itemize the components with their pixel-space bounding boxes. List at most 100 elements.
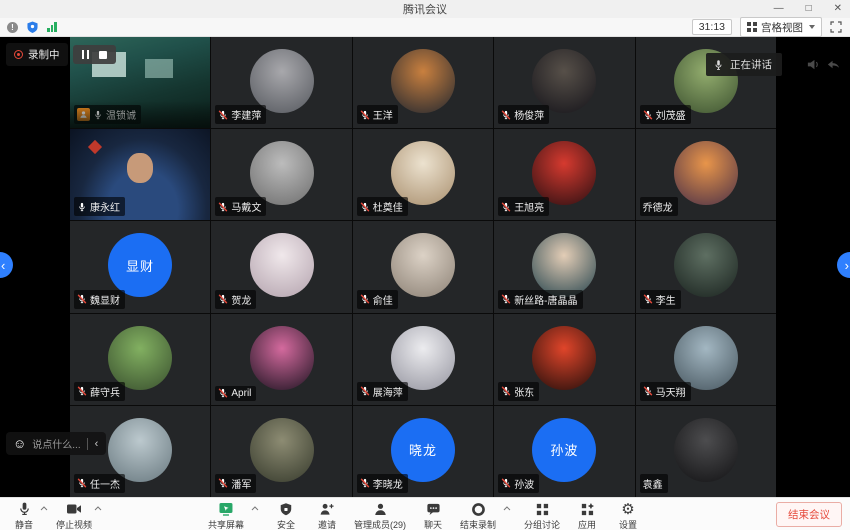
avatar <box>391 326 455 390</box>
mic-status-icon <box>360 386 370 396</box>
avatar <box>108 326 172 390</box>
name-tag: 袁鑫 <box>640 474 668 493</box>
collapse-chat-icon[interactable]: ‹ <box>94 439 100 449</box>
avatar: 晓龙 <box>391 418 455 482</box>
participant-tile[interactable]: 李建萍 <box>211 37 351 128</box>
network-signal-icon[interactable] <box>47 22 57 32</box>
participant-name: 任一杰 <box>90 476 120 491</box>
participant-tile[interactable]: 刘茂盛 <box>636 37 776 128</box>
fullscreen-icon[interactable] <box>830 21 842 33</box>
participant-tile[interactable]: 马戴文 <box>211 129 351 220</box>
participant-tile[interactable]: 张东 <box>494 314 634 405</box>
participant-tile[interactable]: 杜奠佳 <box>353 129 493 220</box>
chevron-down-icon <box>809 25 815 29</box>
maximize-button[interactable]: □ <box>802 0 816 18</box>
pause-recording-button[interactable] <box>82 50 90 59</box>
name-tag: 乔德龙 <box>640 197 678 216</box>
participant-tile[interactable]: 李生 <box>636 221 776 312</box>
shield-status-icon[interactable] <box>27 21 38 33</box>
breakout-rooms-button[interactable]: 分组讨论 <box>524 501 560 530</box>
participant-tile[interactable]: 展海萍 <box>353 314 493 405</box>
avatar <box>674 326 738 390</box>
manage-members-button[interactable]: 管理成员(29) <box>354 501 406 530</box>
participant-tile[interactable]: 晓龙 李晓龙 <box>353 406 493 497</box>
reply-arrow-icon[interactable] <box>826 57 841 72</box>
mute-button[interactable]: 静音 <box>10 501 38 530</box>
participant-name: 马戴文 <box>231 199 261 214</box>
participant-name: 刘茂盛 <box>656 107 686 122</box>
participant-name: 新丝路-唐晶晶 <box>514 292 577 307</box>
name-tag: 潘军 <box>215 474 256 493</box>
invite-button[interactable]: 邀请 <box>313 501 341 530</box>
name-tag: 薛守兵 <box>74 382 125 401</box>
chat-button[interactable]: 聊天 <box>419 501 447 530</box>
layout-view-button[interactable]: 宫格视图 <box>740 17 822 37</box>
name-tag: 王洋 <box>357 105 398 124</box>
record-options-caret[interactable] <box>503 506 511 511</box>
participant-tile[interactable]: 薛守兵 <box>70 314 210 405</box>
participant-tile[interactable]: 马天翔 <box>636 314 776 405</box>
mic-status-icon <box>218 202 228 212</box>
participant-name: 马天翔 <box>656 384 686 399</box>
participant-tile[interactable]: 王洋 <box>353 37 493 128</box>
mic-status-icon <box>77 386 87 396</box>
name-tag: 王旭亮 <box>498 197 549 216</box>
avatar <box>674 141 738 205</box>
participant-tile[interactable]: 潘军 <box>211 406 351 497</box>
name-tag: 俞佳 <box>357 290 398 309</box>
participant-tile[interactable]: 乔德龙 <box>636 129 776 220</box>
participant-name: 贺龙 <box>231 292 251 307</box>
name-tag: 温锁诚 <box>74 105 141 124</box>
statusbar: ! 31:13 宫格视图 <box>0 18 850 37</box>
participant-tile[interactable]: April <box>211 314 351 405</box>
info-icon[interactable]: ! <box>7 22 18 33</box>
name-tag: 李建萍 <box>215 105 266 124</box>
chat-input[interactable]: ☺ 说点什么... ‹ <box>6 432 106 455</box>
participant-name: 袁鑫 <box>643 476 663 491</box>
next-page-button[interactable]: › <box>837 252 850 278</box>
camera-icon <box>66 502 82 516</box>
participant-name: 李晓龙 <box>373 476 403 491</box>
share-screen-button[interactable]: 共享屏幕 <box>208 501 244 530</box>
mic-status-icon <box>218 388 228 398</box>
previous-page-button[interactable]: ‹ <box>0 252 13 278</box>
share-screen-icon <box>218 501 234 517</box>
participant-tile[interactable]: 贺龙 <box>211 221 351 312</box>
participant-name: 薛守兵 <box>90 384 120 399</box>
mute-options-caret[interactable] <box>40 506 48 511</box>
avatar <box>108 418 172 482</box>
share-options-caret[interactable] <box>251 506 259 511</box>
close-button[interactable]: ✕ <box>830 0 846 18</box>
participant-tile[interactable]: 新丝路-唐晶晶 <box>494 221 634 312</box>
mic-status-icon <box>218 478 228 488</box>
participant-tile[interactable]: 显财 魏显财 <box>70 221 210 312</box>
mic-status-icon <box>360 202 370 212</box>
record-ring-icon <box>471 502 486 517</box>
toolbar-center: 共享屏幕 安全 邀请 管理成员(29) 聊天 结束录制 <box>208 498 642 530</box>
name-tag: 张东 <box>498 382 539 401</box>
reaction-icons <box>806 57 841 72</box>
participant-tile[interactable]: 王旭亮 <box>494 129 634 220</box>
stop-recording-button[interactable] <box>99 51 107 59</box>
settings-button[interactable]: ⚙ 设置 <box>614 501 642 530</box>
security-button[interactable]: 安全 <box>272 501 300 530</box>
participant-tile[interactable]: 孙波 孙波 <box>494 406 634 497</box>
speaker-icon[interactable] <box>806 57 821 72</box>
participant-tile[interactable]: 袁鑫 <box>636 406 776 497</box>
emoji-icon[interactable]: ☺ <box>13 437 26 450</box>
participant-tile[interactable]: 康永红 <box>70 129 210 220</box>
participant-tile[interactable]: 俞佳 <box>353 221 493 312</box>
gear-icon: ⚙ <box>621 501 634 517</box>
stop-video-button[interactable]: 停止视频 <box>56 501 92 530</box>
apps-button[interactable]: 应用 <box>573 501 601 530</box>
mic-status-icon <box>360 478 370 488</box>
grid-view-icon <box>747 22 757 32</box>
mic-icon <box>17 501 32 517</box>
stop-record-button[interactable]: 结束录制 <box>460 501 496 530</box>
avatar <box>532 141 596 205</box>
participant-tile[interactable]: 杨俊萍 <box>494 37 634 128</box>
avatar: 孙波 <box>532 418 596 482</box>
end-meeting-button[interactable]: 结束会议 <box>776 502 842 527</box>
video-options-caret[interactable] <box>94 506 102 511</box>
minimize-button[interactable]: — <box>770 0 788 18</box>
